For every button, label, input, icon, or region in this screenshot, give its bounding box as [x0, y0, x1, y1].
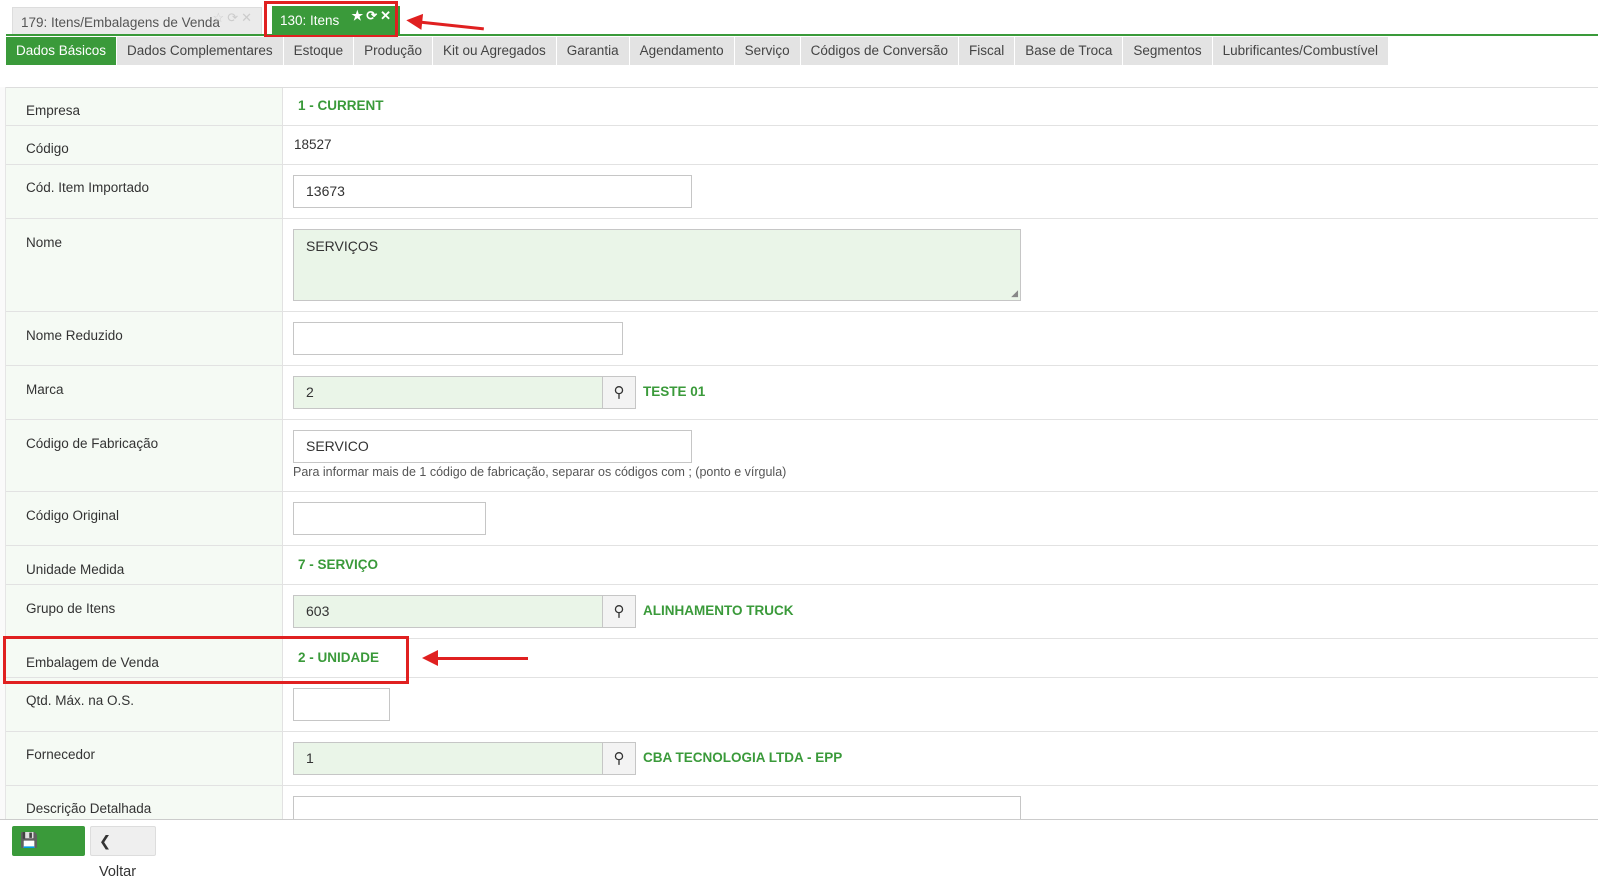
save-icon: 💾: [20, 833, 39, 849]
search-icon: ⚲: [613, 603, 625, 620]
back-button[interactable]: ❮ Voltar: [90, 826, 156, 880]
back-label: Voltar: [99, 864, 137, 880]
descricao-detalhada-input[interactable]: [293, 796, 1021, 819]
form-tabs: Dados Básicos Dados Complementares Estoq…: [6, 37, 1389, 65]
fornecedor-search-button[interactable]: ⚲: [602, 742, 636, 775]
tab-actions-icon[interactable]: ☆⟳✕: [213, 3, 255, 32]
window-tab-embalagens[interactable]: 179: Itens/Embalagens de Venda ☆⟳✕: [12, 7, 262, 36]
tab-bar-underline: [6, 34, 1598, 36]
tab-lubrificantes[interactable]: Lubrificantes/Combustível: [1212, 37, 1389, 65]
nome-textarea[interactable]: SERVIÇOS ◢: [293, 229, 1021, 301]
nome-reduzido-input[interactable]: [293, 322, 623, 355]
search-icon: ⚲: [613, 750, 625, 767]
highlight-box-embalagem: [3, 636, 409, 684]
fornecedor-desc: CBA TECNOLOGIA LTDA - EPP: [643, 750, 843, 765]
nome-value: SERVIÇOS: [306, 238, 379, 254]
item-form: Empresa 1 - CURRENT Código 18527 Cód. It…: [6, 87, 1598, 819]
row-codigo-fabricacao: Código de Fabricação SERVICO Para inform…: [6, 420, 1598, 492]
tab-estoque[interactable]: Estoque: [283, 37, 355, 65]
qtd-max-os-input[interactable]: [293, 688, 390, 721]
grupo-itens-input[interactable]: 603: [293, 595, 603, 628]
annotation-arrow-embalagem: [422, 650, 528, 666]
tab-producao[interactable]: Produção: [354, 37, 433, 65]
label-nome: Nome: [26, 235, 63, 250]
label-empresa: Empresa: [26, 103, 81, 118]
empresa-value: 1 - CURRENT: [298, 98, 384, 113]
codigo-value: 18527: [294, 137, 332, 152]
tab-dados-basicos[interactable]: Dados Básicos: [6, 37, 118, 65]
tab-fiscal[interactable]: Fiscal: [959, 37, 1016, 65]
row-unidade-medida: Unidade Medida 7 - SERVIÇO: [6, 546, 1598, 585]
unidade-medida-value: 7 - SERVIÇO: [298, 557, 379, 572]
label-qtd-max-os: Qtd. Máx. na O.S.: [26, 693, 135, 708]
grupo-itens-desc: ALINHAMENTO TRUCK: [643, 603, 794, 618]
label-fornecedor: Fornecedor: [26, 747, 96, 762]
marca-input[interactable]: 2: [293, 376, 603, 409]
form-footer: 💾 Salvar ❮ Voltar: [0, 819, 1598, 880]
cod-item-importado-input[interactable]: 13673: [293, 175, 692, 208]
label-marca: Marca: [26, 382, 64, 397]
marca-search-button[interactable]: ⚲: [602, 376, 636, 409]
save-button[interactable]: 💾 Salvar: [12, 826, 85, 879]
row-descricao-detalhada: Descrição Detalhada: [6, 786, 1598, 819]
row-nome: Nome SERVIÇOS ◢: [6, 219, 1598, 312]
row-codigo: Código 18527: [6, 126, 1598, 165]
tab-segmentos[interactable]: Segmentos: [1123, 37, 1213, 65]
label-codigo: Código: [26, 141, 69, 156]
search-icon: ⚲: [613, 384, 625, 401]
tab-garantia[interactable]: Garantia: [556, 37, 630, 65]
window-tab-label: 179: Itens/Embalagens de Venda: [21, 15, 220, 30]
chevron-left-icon: ❮: [99, 834, 112, 850]
label-descricao-detalhada: Descrição Detalhada: [26, 801, 152, 816]
codigo-fabricacao-input[interactable]: SERVICO: [293, 430, 692, 463]
tab-kit-agregados[interactable]: Kit ou Agregados: [432, 37, 557, 65]
row-qtd-max-os: Qtd. Máx. na O.S.: [6, 678, 1598, 732]
row-grupo-itens: Grupo de Itens 603 ⚲ ALINHAMENTO TRUCK: [6, 585, 1598, 639]
highlight-box-tab: [264, 1, 398, 38]
label-codigo-original: Código Original: [26, 508, 120, 523]
tab-servico[interactable]: Serviço: [734, 37, 801, 65]
marca-desc: TESTE 01: [643, 384, 706, 399]
row-nome-reduzido: Nome Reduzido: [6, 312, 1598, 366]
row-marca: Marca 2 ⚲ TESTE 01: [6, 366, 1598, 420]
label-grupo-itens: Grupo de Itens: [26, 601, 116, 616]
row-cod-item-importado: Cód. Item Importado 13673: [6, 165, 1598, 219]
row-fornecedor: Fornecedor 1 ⚲ CBA TECNOLOGIA LTDA - EPP: [6, 732, 1598, 786]
grupo-itens-search-button[interactable]: ⚲: [602, 595, 636, 628]
row-codigo-original: Código Original: [6, 492, 1598, 546]
label-cod-item-importado: Cód. Item Importado: [26, 180, 150, 195]
fornecedor-input[interactable]: 1: [293, 742, 603, 775]
label-codigo-fabricacao: Código de Fabricação: [26, 436, 159, 451]
resize-grip-icon[interactable]: ◢: [1011, 288, 1018, 299]
label-nome-reduzido: Nome Reduzido: [26, 328, 123, 343]
tab-codigos-conversao[interactable]: Códigos de Conversão: [800, 37, 960, 65]
codigo-original-input[interactable]: [293, 502, 486, 535]
codigo-fabricacao-hint: Para informar mais de 1 código de fabric…: [293, 465, 787, 479]
window-tab-bar: 179: Itens/Embalagens de Venda ☆⟳✕ 130: …: [6, 4, 1598, 36]
row-empresa: Empresa 1 - CURRENT: [6, 88, 1598, 126]
label-unidade-medida: Unidade Medida: [26, 562, 125, 577]
tab-dados-complementares[interactable]: Dados Complementares: [117, 37, 284, 65]
tab-base-troca[interactable]: Base de Troca: [1015, 37, 1124, 65]
tab-agendamento[interactable]: Agendamento: [629, 37, 735, 65]
